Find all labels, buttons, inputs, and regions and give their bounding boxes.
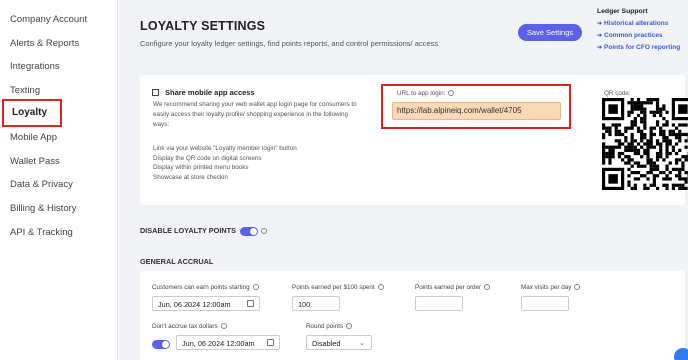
- max-visits-input[interactable]: [521, 296, 569, 311]
- list-item: Display within printed menu books: [153, 164, 249, 171]
- sidebar-item-integrations[interactable]: Integrations: [10, 61, 60, 72]
- url-highlight-box: URL to app login: https://lab.alpineiq.c…: [381, 84, 571, 129]
- max-visits-label: Max visits per day: [521, 284, 581, 291]
- list-item: Link via your website "Loyalty member lo…: [153, 145, 297, 152]
- main-content: LOYALTY SETTINGS Configure your loyalty …: [119, 0, 688, 360]
- round-label: Round points: [306, 323, 353, 330]
- round-points-select[interactable]: Disabled ⌄: [306, 335, 372, 350]
- info-icon: [346, 323, 353, 330]
- sidebar-item-alerts-reports[interactable]: Alerts & Reports: [10, 38, 79, 49]
- page-subtitle: Configure your loyalty ledger settings, …: [140, 39, 439, 48]
- ledger-support: Ledger Support ➜ Historical alterations ➜…: [597, 8, 680, 56]
- info-icon: [252, 284, 259, 291]
- ledger-link-cfo-reporting[interactable]: ➜ Points for CFO reporting: [597, 44, 680, 51]
- ledger-link-common-practices[interactable]: ➜ Common practices: [597, 32, 680, 39]
- general-accrual-card: Customers can earn points starting Jun, …: [140, 271, 685, 360]
- per-order-input[interactable]: [415, 296, 463, 311]
- arrow-right-icon: ➜: [597, 45, 603, 51]
- tax-toggle[interactable]: [152, 340, 170, 349]
- disable-loyalty-label: DISABLE LOYALTY POINTS: [140, 226, 236, 235]
- per-order-label: Points earned per order: [415, 284, 491, 291]
- tax-label: Don't accrue tax dollars: [152, 323, 227, 330]
- arrow-right-icon: ➜: [597, 33, 603, 39]
- info-icon: [220, 323, 227, 330]
- calendar-icon: [247, 300, 254, 307]
- info-icon: [574, 284, 581, 291]
- list-item: Showcase at store checkin: [153, 173, 228, 181]
- app-login-url-field[interactable]: https://lab.alpineiq.com/wallet/4705: [392, 102, 561, 120]
- start-date-input[interactable]: Jun, 06 2024 12:00am: [152, 296, 260, 311]
- help-chat-button[interactable]: [674, 348, 688, 360]
- page-title: LOYALTY SETTINGS: [140, 19, 266, 33]
- sidebar-item-label: Loyalty: [12, 107, 48, 118]
- per100-label: Points earned per $100 spent: [292, 284, 384, 291]
- share-ways-list: Link via your website "Loyalty member lo…: [153, 144, 297, 182]
- share-icon: [152, 89, 159, 96]
- share-description: We recommend sharing your web wallet app…: [153, 101, 357, 128]
- sidebar-item-api-tracking[interactable]: API & Tracking: [10, 227, 73, 238]
- calendar-icon: [267, 339, 274, 346]
- info-icon: [484, 284, 491, 291]
- qr-label: QR code:: [604, 90, 631, 97]
- share-access-card: Share mobile app access We recommend sha…: [140, 75, 688, 205]
- sidebar: Company Account Alerts & Reports Integra…: [0, 0, 118, 360]
- info-icon: [448, 90, 455, 97]
- sidebar-item-billing-history[interactable]: Billing & History: [10, 203, 77, 214]
- ledger-support-title: Ledger Support: [597, 8, 648, 15]
- list-item: Display the QR code on digital screens: [153, 154, 262, 162]
- qr-code: [602, 98, 688, 190]
- sidebar-item-loyalty[interactable]: Loyalty: [2, 99, 62, 127]
- tax-date-input[interactable]: Jun, 06 2024 12:00am: [176, 335, 280, 350]
- chevron-down-icon: ⌄: [359, 340, 365, 347]
- sidebar-item-texting[interactable]: Texting: [10, 85, 40, 96]
- disable-loyalty-row: DISABLE LOYALTY POINTS: [140, 226, 267, 236]
- ledger-link-historical[interactable]: ➜ Historical alterations: [597, 20, 680, 27]
- sidebar-item-mobile-app[interactable]: Mobile App: [10, 132, 57, 143]
- sidebar-item-data-privacy[interactable]: Data & Privacy: [10, 179, 73, 190]
- info-icon: [377, 284, 384, 291]
- general-accrual-title: GENERAL ACCRUAL: [140, 257, 214, 266]
- sidebar-item-company-account[interactable]: Company Account: [10, 14, 87, 25]
- save-settings-button[interactable]: Save Settings: [518, 24, 582, 41]
- url-label: URL to app login:: [397, 90, 455, 97]
- arrow-right-icon: ➜: [597, 21, 603, 27]
- sidebar-item-wallet-pass[interactable]: Wallet Pass: [10, 156, 60, 167]
- share-heading: Share mobile app access: [152, 88, 255, 97]
- start-label: Customers can earn points starting: [152, 284, 259, 291]
- info-icon: [260, 228, 267, 235]
- per100-input[interactable]: 100: [292, 296, 340, 311]
- disable-loyalty-toggle[interactable]: [239, 226, 258, 236]
